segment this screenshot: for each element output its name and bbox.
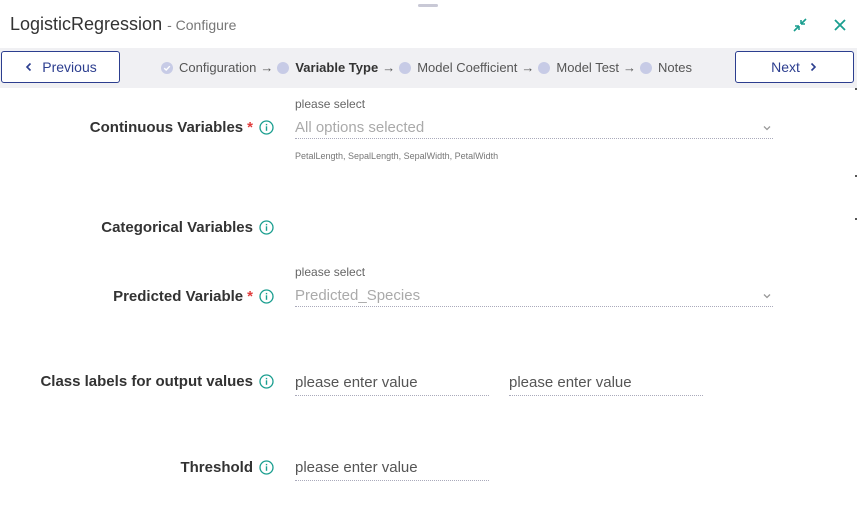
label-text: Threshold [180,459,253,476]
step-model-coefficient[interactable]: Model Coefficient [399,60,517,75]
step-arrow: → [382,60,396,75]
step-label: Model Test [556,60,620,75]
info-icon[interactable] [259,289,274,304]
class-label-input-1[interactable]: please enter value [295,370,489,396]
info-icon[interactable] [259,374,274,389]
label-text: Predicted Variable [113,288,244,305]
step-dot-icon [277,61,290,74]
minimize-icon[interactable] [791,16,809,34]
threshold-input[interactable]: please enter value [295,455,489,481]
continuous-variables-label: Continuous Variables * [90,119,274,136]
step-notes[interactable]: Notes [640,60,692,75]
info-icon[interactable] [259,460,274,475]
continuous-variables-select[interactable]: please select All options selected Petal… [295,97,773,161]
step-dot-icon [640,61,653,74]
step-variable-type[interactable]: Variable Type [277,60,378,75]
info-icon[interactable] [259,120,274,135]
label-text: Class labels for output values [40,373,253,390]
chevron-left-icon [26,62,32,72]
required-marker: * [247,288,253,305]
step-dot-icon [399,61,412,74]
step-label: Model Coefficient [417,60,518,75]
class-label-input-2[interactable]: please enter value [509,370,703,396]
step-arrow: → [623,60,637,75]
stepper: Configuration → Variable Type → Model Co… [161,60,692,75]
next-label: Next [771,59,800,75]
select-box[interactable]: All options selected [295,117,773,139]
previous-label: Previous [42,59,97,75]
select-box[interactable]: Predicted_Species [295,285,773,307]
label-text: Continuous Variables [89,119,244,136]
previous-button[interactable]: Previous [1,51,120,83]
dialog-header: LogisticRegression - Configure [0,0,857,48]
select-value: All options selected [295,119,425,136]
step-label: Notes [658,60,693,75]
step-label: Variable Type [295,60,379,75]
check-circle-icon [161,61,173,74]
select-value: Predicted_Species [295,287,421,304]
chevron-down-icon [763,125,771,130]
selected-options-summary: PetalLength, SepalLength, SepalWidth, Pe… [295,151,499,161]
dialog-title: LogisticRegression - Configure [10,14,236,35]
chevron-right-icon [810,62,817,72]
step-navigation: Previous Configuration → Variable Type →… [0,48,857,88]
predicted-variable-label: Predicted Variable * [113,288,274,305]
title-main: LogisticRegression [10,14,163,34]
info-icon[interactable] [259,220,274,235]
step-arrow: → [521,60,535,75]
predicted-variable-select[interactable]: please select Predicted_Species [295,265,773,307]
select-hint: please select [295,97,366,111]
step-model-test[interactable]: Model Test [538,60,619,75]
label-text: Categorical Variables [101,219,253,236]
class-labels-label: Class labels for output values [40,373,274,390]
chevron-down-icon [763,293,771,298]
select-hint: please select [295,265,366,279]
required-marker: * [247,119,253,136]
next-button[interactable]: Next [735,51,854,83]
step-label: Configuration [179,60,257,75]
step-dot-icon [538,61,551,74]
title-sub: - Configure [167,17,237,33]
step-arrow: → [260,60,274,75]
step-configuration[interactable]: Configuration [161,60,256,75]
categorical-variables-label: Categorical Variables [101,219,274,236]
threshold-label: Threshold [180,459,274,476]
close-icon[interactable] [831,16,849,34]
